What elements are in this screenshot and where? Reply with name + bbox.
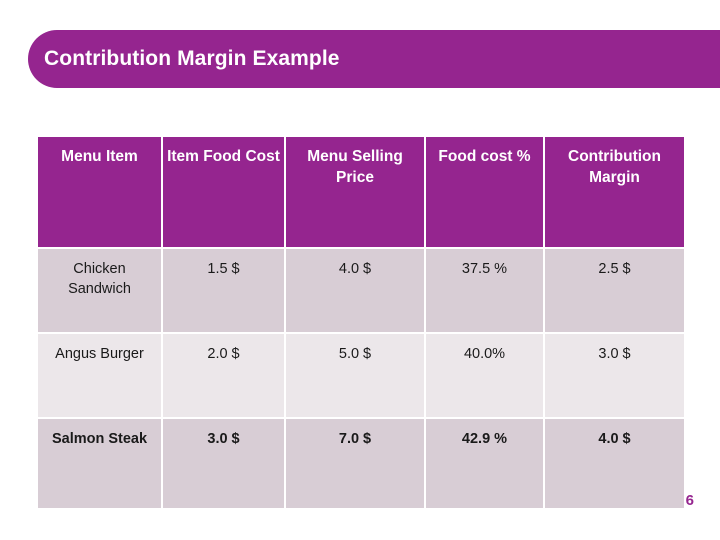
cell-contribution-margin: 2.5 $ — [543, 247, 686, 334]
cell-menu-selling-price: 5.0 $ — [284, 332, 426, 419]
table-row: Chicken Sandwich 1.5 $ 4.0 $ 37.5 % 2.5 … — [36, 247, 686, 334]
table-row: Salmon Steak 3.0 $ 7.0 $ 42.9 % 4.0 $ — [36, 417, 686, 510]
table-header-row: Menu Item Item Food Cost Menu Selling Pr… — [36, 135, 686, 249]
page-title: Contribution Margin Example — [44, 47, 340, 70]
cell-menu-selling-price: 7.0 $ — [284, 417, 426, 510]
cell-item-food-cost: 2.0 $ — [161, 332, 286, 419]
cell-menu-item: Chicken Sandwich — [36, 247, 163, 334]
contribution-margin-table: Menu Item Item Food Cost Menu Selling Pr… — [36, 135, 686, 510]
table-header: Menu Item Item Food Cost Menu Selling Pr… — [36, 135, 686, 249]
table-body: Chicken Sandwich 1.5 $ 4.0 $ 37.5 % 2.5 … — [36, 247, 686, 510]
column-header-food-cost-pct: Food cost % — [424, 135, 545, 249]
slide-title-banner: Contribution Margin Example — [28, 30, 720, 88]
cell-menu-item: Angus Burger — [36, 332, 163, 419]
cell-food-cost-pct: 42.9 % — [424, 417, 545, 510]
cell-contribution-margin: 4.0 $ — [543, 417, 686, 510]
page-number: 6 — [685, 492, 694, 509]
cell-menu-selling-price: 4.0 $ — [284, 247, 426, 334]
table-row: Angus Burger 2.0 $ 5.0 $ 40.0% 3.0 $ — [36, 332, 686, 419]
cell-item-food-cost: 3.0 $ — [161, 417, 286, 510]
column-header-menu-selling-price: Menu Selling Price — [284, 135, 426, 249]
contribution-margin-table-container: Menu Item Item Food Cost Menu Selling Pr… — [36, 135, 686, 510]
cell-food-cost-pct: 37.5 % — [424, 247, 545, 334]
cell-contribution-margin: 3.0 $ — [543, 332, 686, 419]
column-header-item-food-cost: Item Food Cost — [161, 135, 286, 249]
cell-menu-item: Salmon Steak — [36, 417, 163, 510]
column-header-menu-item: Menu Item — [36, 135, 163, 249]
cell-item-food-cost: 1.5 $ — [161, 247, 286, 334]
column-header-contribution-margin: Contribution Margin — [543, 135, 686, 249]
cell-food-cost-pct: 40.0% — [424, 332, 545, 419]
